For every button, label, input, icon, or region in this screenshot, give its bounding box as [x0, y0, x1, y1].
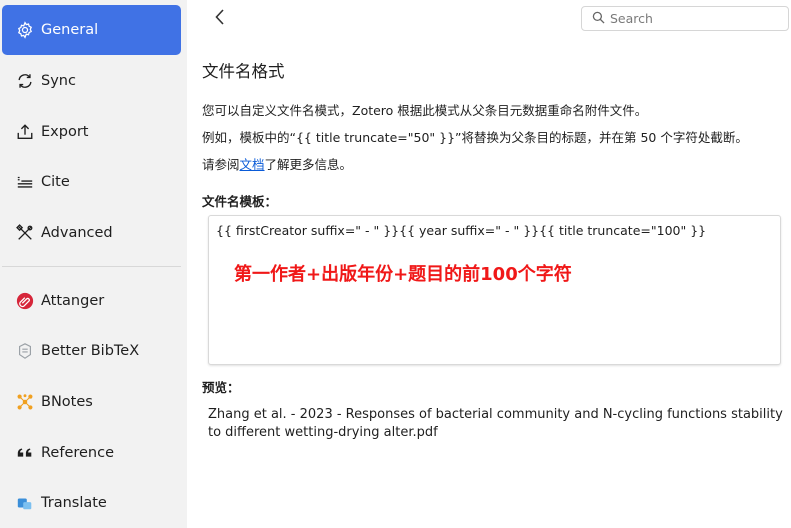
filename-template-field[interactable]: {{ firstCreator suffix=" - " }}{{ year s… — [208, 215, 781, 365]
gear-icon — [15, 20, 35, 40]
preview-label: 预览： — [202, 380, 240, 395]
chevron-left-icon — [214, 8, 226, 30]
bibtex-icon — [15, 341, 35, 361]
sidebar-item-better-bibtex[interactable]: Better BibTeX — [2, 326, 181, 376]
sidebar-item-bnotes[interactable]: BNotes — [2, 377, 181, 427]
description-prefix: 请参阅 — [202, 157, 240, 172]
template-label: 文件名模板： — [202, 194, 278, 209]
description-suffix: 了解更多信息。 — [264, 157, 353, 172]
back-button[interactable] — [209, 8, 231, 30]
sidebar-item-label: General — [41, 22, 99, 38]
sidebar-item-label: Better BibTeX — [41, 343, 140, 359]
sidebar-item-export[interactable]: Export — [2, 107, 181, 157]
sidebar: General Sync Export Cite Advanced Attang… — [0, 0, 187, 528]
sidebar-item-reference[interactable]: Reference — [2, 428, 181, 478]
documentation-link[interactable]: 文档 — [240, 157, 265, 172]
advanced-icon — [15, 223, 35, 243]
description-line-2: 例如，模板中的“{{ title truncate="50" }}”将替换为父条… — [202, 130, 748, 145]
paperclip-icon — [15, 291, 35, 311]
description-line-3: 请参阅文档了解更多信息。 — [202, 154, 352, 173]
template-value[interactable]: {{ firstCreator suffix=" - " }}{{ year s… — [216, 223, 706, 238]
cite-icon — [15, 172, 35, 192]
sidebar-item-general[interactable]: General — [2, 5, 181, 55]
description-line-1: 您可以自定义文件名模式，Zotero 根据此模式从父条目元数据重命名附件文件。 — [202, 103, 648, 118]
sidebar-item-label: Sync — [41, 73, 76, 89]
sidebar-item-label: Export — [41, 124, 89, 140]
bnotes-icon — [15, 392, 35, 412]
sync-icon — [15, 71, 35, 91]
search-box[interactable] — [581, 6, 789, 31]
sidebar-divider — [2, 266, 181, 267]
sidebar-item-label: Advanced — [41, 225, 113, 241]
translate-icon — [15, 493, 35, 513]
sidebar-item-attanger[interactable]: Attanger — [2, 276, 181, 326]
page-title: 文件名格式 — [202, 62, 285, 81]
sidebar-item-label: Attanger — [41, 293, 105, 309]
sidebar-item-advanced[interactable]: Advanced — [2, 208, 181, 258]
annotation-text: 第一作者+出版年份+题目的前100个字符 — [234, 264, 572, 285]
preview-value: Zhang et al. - 2023 - Responses of bacte… — [208, 407, 783, 440]
search-input[interactable] — [610, 11, 780, 26]
sidebar-item-translate[interactable]: Translate — [2, 478, 181, 528]
sidebar-item-label: Translate — [41, 495, 107, 511]
export-icon — [15, 122, 35, 142]
quote-icon — [15, 443, 35, 463]
search-icon — [592, 9, 605, 28]
sidebar-item-label: Cite — [41, 174, 70, 190]
sidebar-item-label: BNotes — [41, 394, 93, 410]
sidebar-item-label: Reference — [41, 445, 115, 461]
sidebar-item-cite[interactable]: Cite — [2, 157, 181, 207]
sidebar-item-sync[interactable]: Sync — [2, 56, 181, 106]
